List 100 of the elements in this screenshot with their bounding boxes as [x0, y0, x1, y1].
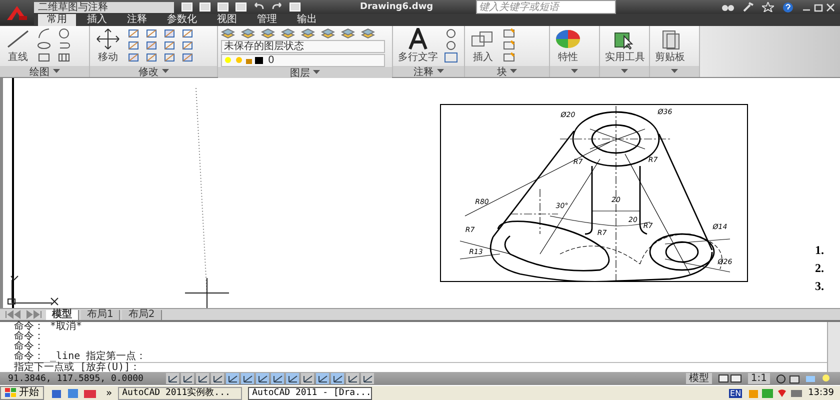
help-icon[interactable] — [782, 2, 794, 12]
line-tool-button[interactable]: 直线 — [3, 28, 33, 64]
start-button[interactable]: 开始 — [0, 386, 44, 400]
caret-icon[interactable] — [436, 69, 444, 74]
layer-stack-icon[interactable] — [261, 28, 275, 39]
arc-icon[interactable] — [37, 28, 51, 39]
undo-icon[interactable] — [252, 2, 266, 12]
properties-button[interactable]: 特性 — [553, 28, 583, 64]
layer-stack-icon[interactable] — [301, 28, 315, 39]
redo-icon[interactable] — [270, 2, 284, 12]
language-indicator[interactable]: EN — [729, 388, 742, 398]
wrench-icon[interactable] — [742, 2, 754, 12]
edit-tool-icon[interactable] — [127, 52, 141, 63]
drafting-toggle-button[interactable] — [316, 373, 329, 384]
drafting-toggle-button[interactable] — [271, 373, 284, 384]
window-controls-icon[interactable] — [802, 2, 836, 12]
block-edit-icon[interactable] — [502, 40, 516, 51]
drafting-toggle-button[interactable] — [211, 373, 224, 384]
edit-tool-icon[interactable] — [145, 52, 159, 63]
hatch-icon[interactable] — [57, 52, 71, 63]
layer-stack-icon[interactable] — [341, 28, 355, 39]
caret-icon[interactable] — [313, 70, 320, 75]
layout-tab[interactable]: 模型 — [46, 310, 79, 320]
ribbon-tab[interactable]: 注释 — [118, 14, 156, 26]
ribbon-tab[interactable]: 管理 — [248, 14, 286, 26]
drafting-toggle-button[interactable] — [331, 373, 344, 384]
rectangle-icon[interactable] — [37, 52, 51, 63]
system-tray-icons[interactable] — [747, 388, 804, 398]
edit-tool-icon[interactable] — [181, 28, 195, 39]
layer-stack-icon[interactable] — [321, 28, 335, 39]
panel-label: 图层 — [290, 66, 310, 80]
crosshair-cursor-icon — [185, 278, 229, 308]
layout-tab[interactable]: 布局2 — [122, 310, 162, 320]
vertical-scrollbar[interactable] — [827, 322, 840, 372]
layer-dropdown[interactable]: 0 — [221, 54, 385, 67]
layer-state-dropdown[interactable]: 未保存的图层状态 — [221, 40, 385, 53]
caret-icon[interactable] — [621, 69, 628, 74]
circle-icon[interactable] — [57, 28, 71, 39]
multiline-text-button[interactable]: 多行文字 — [396, 28, 440, 64]
clipboard-button[interactable]: 剪贴板 — [653, 28, 687, 64]
block-edit-icon[interactable] — [502, 28, 516, 39]
edit-tool-icon[interactable] — [163, 52, 177, 63]
ribbon-tab[interactable]: 参数化 — [158, 14, 206, 26]
search-field[interactable]: 键入关键字或短语 — [476, 0, 616, 14]
edit-tool-icon[interactable] — [163, 40, 177, 51]
edit-tool-icon[interactable] — [145, 28, 159, 39]
drafting-toggle-button[interactable] — [361, 373, 374, 384]
edit-tool-icon[interactable] — [127, 40, 141, 51]
caret-icon[interactable] — [510, 69, 517, 74]
drafting-toggle-button[interactable] — [286, 373, 299, 384]
taskbar-window-button[interactable]: AutoCAD 2011实例教... — [118, 386, 242, 400]
binoculars-icon[interactable] — [722, 2, 734, 12]
edit-tool-icon[interactable] — [181, 52, 195, 63]
edit-tool-icon[interactable] — [145, 40, 159, 51]
workspace-dropdown[interactable]: 二维草图与注释 — [34, 2, 174, 12]
drafting-toggle-button[interactable] — [196, 373, 209, 384]
ribbon-tab[interactable]: 输出 — [288, 14, 326, 26]
block-edit-icon[interactable] — [502, 52, 516, 63]
caret-icon[interactable] — [571, 69, 578, 74]
star-icon[interactable] — [762, 2, 774, 12]
layer-stack-icon[interactable] — [221, 28, 235, 39]
ellipse-icon[interactable] — [37, 40, 51, 51]
panel-label: 修改 — [138, 66, 158, 78]
drafting-aid-icon — [318, 374, 328, 382]
layer-stack-icon[interactable] — [281, 28, 295, 39]
insert-block-button[interactable]: 插入 — [468, 28, 498, 64]
table-icon[interactable] — [444, 52, 458, 63]
model-space-button[interactable]: 模型 — [686, 373, 712, 384]
edit-tool-icon[interactable] — [127, 28, 141, 39]
more-icons-chevron[interactable]: » — [106, 388, 112, 398]
drafting-toggle-button[interactable] — [226, 373, 239, 384]
move-tool-button[interactable]: 移动 — [93, 28, 123, 64]
utilities-button[interactable]: 实用工具 — [603, 28, 647, 64]
drafting-aid-icon — [348, 374, 358, 382]
ribbon-tab[interactable]: 常用 — [38, 14, 76, 26]
caret-icon[interactable] — [671, 69, 678, 74]
drafting-toggle-button[interactable] — [166, 373, 179, 384]
drafting-aid-icon — [302, 374, 312, 382]
drafting-toggle-button[interactable] — [181, 373, 194, 384]
edit-tool-icon[interactable] — [181, 40, 195, 51]
caret-icon[interactable] — [162, 69, 168, 74]
drafting-toggle-button[interactable] — [346, 373, 359, 384]
taskbar-window-button[interactable]: AutoCAD 2011 - [Dra... — [248, 386, 372, 400]
viewport-icons[interactable] — [718, 374, 742, 383]
edit-tool-icon[interactable] — [163, 28, 177, 39]
drafting-toggle-button[interactable] — [256, 373, 269, 384]
drafting-aid-icon — [258, 374, 268, 382]
note-number: 2. — [815, 262, 824, 275]
application-menu-button[interactable] — [0, 0, 34, 25]
ribbon-tab[interactable]: 视图 — [208, 14, 246, 26]
drafting-toggle-button[interactable] — [241, 373, 254, 384]
drafting-toggle-button[interactable] — [301, 373, 314, 384]
ribbon-tab[interactable]: 插入 — [78, 14, 116, 26]
layer-stack-icon[interactable] — [361, 28, 375, 39]
drafting-aid-icon — [288, 374, 298, 382]
drafting-aid-icon — [362, 374, 372, 382]
layout-tab[interactable]: 布局1 — [81, 310, 120, 320]
caret-icon[interactable] — [52, 69, 60, 74]
annotation-scale-button[interactable]: 1:1 — [748, 373, 770, 384]
layer-stack-icon[interactable] — [241, 28, 255, 39]
